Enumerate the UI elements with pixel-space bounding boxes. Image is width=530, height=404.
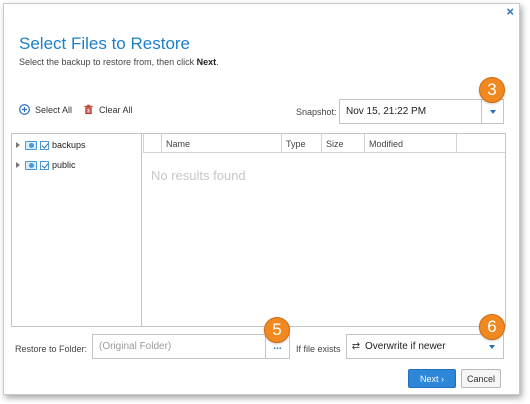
tree-item-public[interactable]: public	[16, 160, 76, 170]
select-all-button[interactable]: Select All	[19, 104, 72, 115]
clear-all-label: Clear All	[99, 104, 133, 115]
cancel-button[interactable]: Cancel	[461, 369, 501, 388]
snapshot-dropdown-button[interactable]	[481, 100, 503, 123]
tree-item-label: backups	[52, 140, 86, 150]
folder-icon	[25, 140, 37, 150]
next-button[interactable]: Next ›	[408, 369, 456, 388]
folder-tree: backups public	[12, 134, 142, 326]
subtitle-text: Select the backup to restore from, then …	[19, 57, 197, 67]
if-exists-select[interactable]: ⇄ Overwrite if newer	[346, 334, 504, 359]
caret-down-icon	[489, 109, 496, 114]
trash-icon	[84, 104, 93, 115]
restore-folder-label: Restore to Folder:	[15, 344, 88, 354]
file-browser: backups public Name Type Size Modified N…	[11, 133, 506, 327]
expand-arrow-icon[interactable]	[16, 162, 20, 168]
column-select[interactable]	[143, 134, 161, 153]
restore-folder-input[interactable]	[93, 335, 265, 358]
column-name[interactable]: Name	[161, 134, 281, 153]
snapshot-label: Snapshot:	[296, 107, 337, 117]
tree-item-label: public	[52, 160, 76, 170]
callout-badge-6: 6	[479, 314, 505, 340]
snapshot-select[interactable]: Nov 15, 21:22 PM	[339, 99, 504, 124]
subtitle-period: .	[216, 57, 219, 67]
file-list-header: Name Type Size Modified	[143, 134, 505, 153]
dialog-title: Select Files to Restore	[19, 34, 191, 53]
plus-circle-icon	[19, 104, 30, 115]
select-all-label: Select All	[35, 104, 73, 115]
empty-state-text: No results found	[151, 168, 246, 183]
callout-badge-3: 3	[479, 77, 505, 103]
clear-all-button[interactable]: Clear All	[83, 104, 133, 115]
callout-badge-5: 5	[264, 317, 290, 343]
column-modified[interactable]: Modified	[364, 134, 456, 153]
if-exists-label: If file exists	[296, 344, 341, 354]
column-size[interactable]: Size	[321, 134, 364, 153]
column-extra	[456, 134, 506, 153]
tree-item-backups[interactable]: backups	[16, 140, 86, 150]
column-type[interactable]: Type	[281, 134, 321, 153]
close-icon[interactable]: ×	[506, 5, 514, 18]
tree-checkbox[interactable]	[40, 160, 49, 170]
if-exists-value: Overwrite if newer	[365, 341, 446, 352]
expand-arrow-icon[interactable]	[16, 142, 20, 148]
file-list: Name Type Size Modified No results found	[143, 134, 505, 326]
subtitle-next-emphasis: Next	[196, 57, 217, 67]
snapshot-value: Nov 15, 21:22 PM	[346, 106, 427, 117]
tree-checkbox[interactable]	[40, 140, 49, 150]
caret-down-icon	[489, 344, 495, 349]
dialog-subtitle: Select the backup to restore from, then …	[19, 57, 219, 67]
restore-folder-field: ...	[92, 334, 290, 359]
swap-arrows-icon: ⇄	[351, 341, 361, 352]
folder-icon	[25, 160, 37, 170]
